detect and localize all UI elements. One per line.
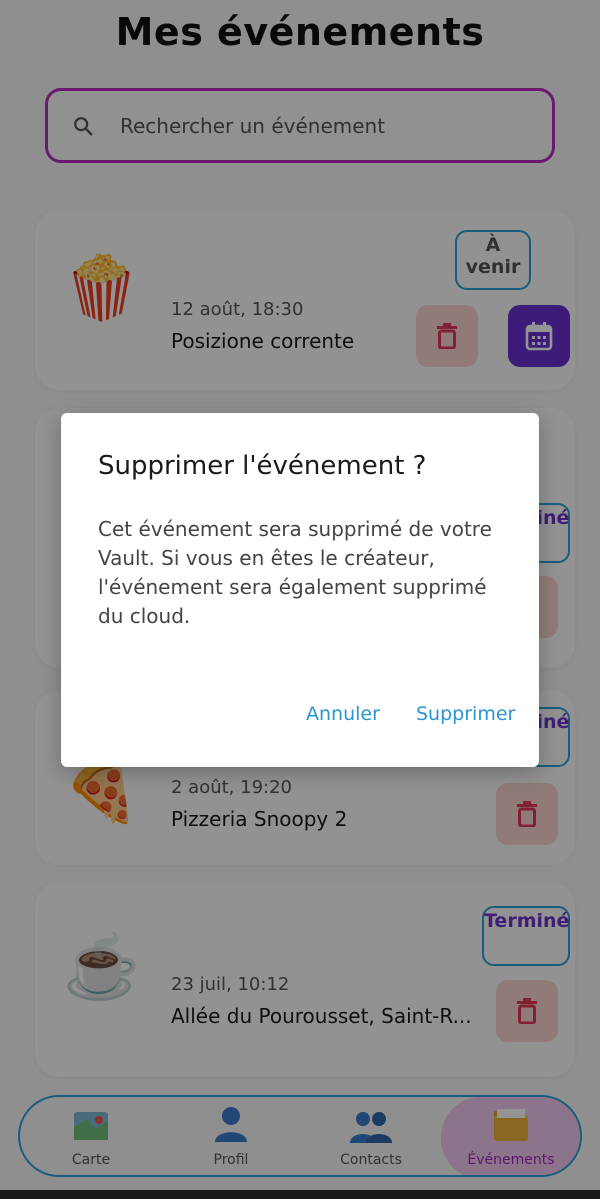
dialog-message: Cet événement sera supprimé de votre Vau… bbox=[98, 517, 492, 628]
dialog-title: Supprimer l'événement ? bbox=[98, 451, 427, 481]
delete-confirm-dialog: Supprimer l'événement ? Cet événement se… bbox=[61, 413, 539, 767]
cancel-button[interactable]: Annuler bbox=[306, 703, 380, 725]
confirm-delete-button[interactable]: Supprimer bbox=[416, 703, 515, 725]
system-navigation-bar bbox=[0, 1190, 600, 1199]
